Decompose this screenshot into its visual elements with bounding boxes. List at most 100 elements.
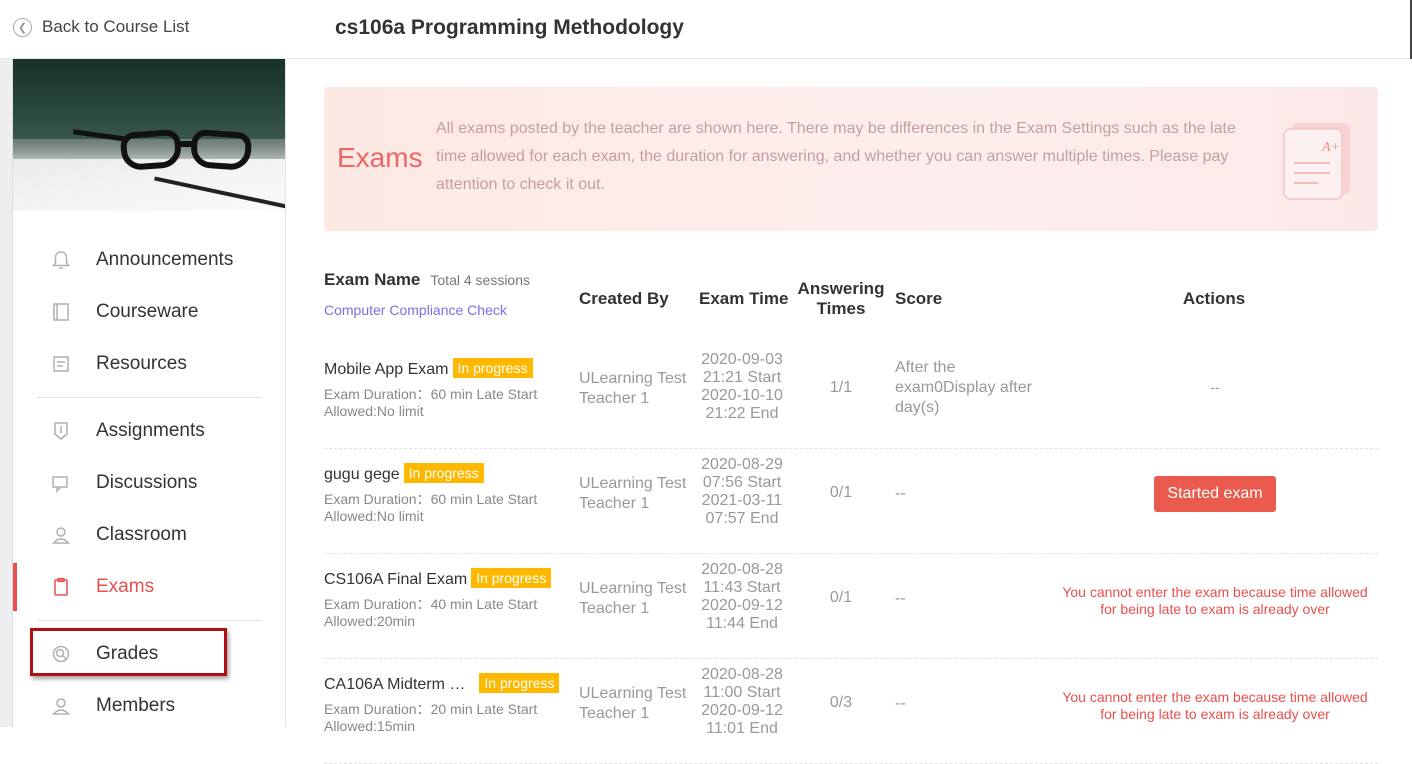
sidebar-item-label: Classroom [96,524,187,545]
status-badge: In progress [479,673,560,693]
sidebar-item-exams[interactable]: Exams [13,561,285,613]
created-by: ULearning Test Teacher 1 [579,580,687,617]
left-edge-strip [0,59,13,727]
table-row: Mobile App Exam In progress Exam Duration… [324,344,1378,449]
book-icon [49,300,73,324]
exams-banner: Exams All exams posted by the teacher ar… [324,87,1378,231]
sidebar-item-announcements[interactable]: Announcements [13,234,285,286]
column-header-score: Score [895,289,943,308]
folder-icon [49,352,73,376]
sidebar-item-label: Assignments [96,420,205,441]
exam-start: 2020-09-03 21:21 Start [701,351,783,386]
exam-title: CA106A Midterm … [324,676,466,693]
exam-time: 2020-08-28 11:00 Start 2020-09-12 11:01 E… [696,666,788,738]
grade-paper-icon: A+ [1283,123,1350,200]
sidebar-divider [13,613,285,628]
total-sessions: Total 4 sessions [430,272,530,288]
exam-meta: Exam Duration：40 min Late Start Allowed:… [324,596,538,629]
column-header-exam-time: Exam Time [699,289,789,308]
sidebar-item-label: Announcements [96,249,234,270]
sidebar-item-label: Courseware [96,301,199,322]
magnifier-icon [49,642,73,666]
exam-list: Mobile App Exam In progress Exam Duration… [324,344,1378,764]
exam-title: CS106A Final Exam [324,571,468,588]
answering-times: 0/1 [829,484,853,501]
column-header-answering-times: Answering Times [797,279,885,318]
table-header: Exam Name Total 4 sessions Computer Compl… [324,264,1378,344]
back-to-course-list-link[interactable]: ❮ Back to Course List [13,17,189,37]
sidebar-nav: Announcements Courseware Resources Assig… [13,234,285,732]
person-icon [49,523,73,547]
table-row: gugu gege In progress Exam Duration：60 mi… [324,449,1378,554]
svg-text:A+: A+ [1321,140,1340,155]
sidebar-item-label: Resources [96,353,187,374]
sidebar-item-label: Grades [96,643,159,664]
exam-title: Mobile App Exam [324,361,449,378]
exam-end: 2021-03-11 07:57 End [701,492,783,527]
exam-start: 2020-08-28 11:00 Start [701,666,783,701]
exam-end: 2020-09-12 11:44 End [701,597,783,632]
exam-meta: Exam Duration：20 min Late Start Allowed:… [324,701,538,734]
action-cell: Started exam [1054,476,1376,512]
exam-name-header: Exam Name [324,270,421,289]
answering-times: 1/1 [829,379,853,396]
answering-times: 0/3 [829,694,853,711]
sidebar-item-classroom[interactable]: Classroom [13,509,285,561]
exam-name[interactable]: Mobile App Exam In progress [324,358,533,379]
exam-start: 2020-08-28 11:43 Start [701,561,783,596]
started-exam-button[interactable]: Started exam [1154,476,1276,512]
late-warning: You cannot enter the exam because time a… [1062,584,1368,617]
exam-time: 2020-08-28 11:43 Start 2020-09-12 11:44 E… [696,561,788,633]
column-header-created-by: Created By [579,289,669,308]
exam-time: 2020-09-03 21:21 Start 2020-10-10 21:22 E… [696,351,788,423]
score: -- [895,590,906,607]
sidebar-item-label: Members [96,695,176,716]
exam-end: 2020-09-12 11:01 End [701,702,783,737]
column-header-actions: Actions [1182,289,1246,308]
sidebar: Announcements Courseware Resources Assig… [13,59,286,727]
exam-name[interactable]: CS106A Final Exam In progress [324,568,552,589]
sidebar-item-assignments[interactable]: Assignments [13,405,285,457]
exam-title: gugu gege [324,466,400,483]
sidebar-divider [13,390,285,405]
late-warning: You cannot enter the exam because time a… [1062,689,1368,722]
banner-title: Exams [337,142,423,173]
sidebar-item-discussions[interactable]: Discussions [13,457,285,509]
created-by: ULearning Test Teacher 1 [579,370,687,407]
table-row: CS106A Final Exam In progress Exam Durati… [324,554,1378,659]
exam-meta: Exam Duration：60 min Late Start Allowed:… [324,491,538,524]
status-badge: In progress [403,463,484,483]
column-header-exam-name: Exam Name Total 4 sessions Computer Compl… [324,270,530,318]
exam-name[interactable]: gugu gege In progress [324,463,484,484]
sidebar-item-resources[interactable]: Resources [13,338,285,390]
course-cover-image [13,59,285,211]
exam-end: 2020-10-10 21:22 End [701,387,783,422]
computer-compliance-check-link[interactable]: Computer Compliance Check [324,302,530,318]
course-title: cs106a Programming Methodology [335,16,684,39]
exam-name[interactable]: CA106A Midterm … In progress [324,673,560,694]
exam-time: 2020-08-29 07:56 Start 2021-03-11 07:57 E… [696,456,788,528]
banner-description: All exams posted by the teacher are show… [436,120,1236,193]
sidebar-item-label: Discussions [96,472,198,493]
created-by: ULearning Test Teacher 1 [579,685,687,722]
sidebar-item-members[interactable]: Members [13,680,285,732]
back-label: Back to Course List [42,17,190,36]
main-content: Exams All exams posted by the teacher ar… [286,59,1412,764]
action-placeholder: -- [1210,379,1220,395]
score: After the exam0Display after day(s) [895,359,1032,416]
score: -- [895,695,906,712]
bell-icon [49,248,73,272]
sidebar-item-courseware[interactable]: Courseware [13,286,285,338]
sidebar-item-label: Exams [96,576,155,597]
chat-icon [49,471,73,495]
chevron-left-icon: ❮ [13,17,32,37]
status-badge: In progress [471,568,552,588]
table-row: CA106A Midterm … In progress Exam Duratio… [324,659,1378,764]
clipboard-icon [49,575,73,599]
created-by: ULearning Test Teacher 1 [579,475,687,512]
answering-times: 0/1 [829,589,853,606]
status-badge: In progress [452,358,533,378]
sidebar-item-grades[interactable]: Grades [13,628,285,680]
exam-start: 2020-08-29 07:56 Start [701,456,783,491]
top-bar: ❮ Back to Course List cs106a Programming… [0,0,1412,59]
